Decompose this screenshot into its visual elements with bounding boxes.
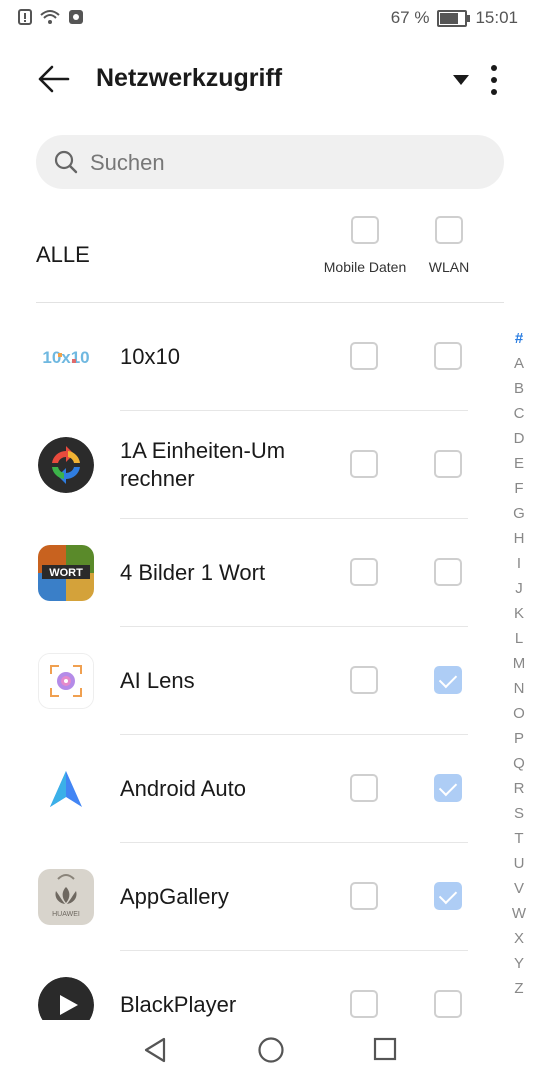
mobile-data-checkbox[interactable] (350, 882, 378, 910)
battery-icon (437, 9, 471, 27)
mobile-data-select-all-checkbox[interactable] (351, 216, 379, 244)
wlan-checkbox[interactable] (434, 450, 462, 478)
app-name: 4 Bilder 1 Wort (120, 560, 266, 585)
index-letter[interactable]: Z (510, 976, 528, 1001)
app-name: AppGallery (120, 884, 229, 909)
wlan-checkbox[interactable] (434, 666, 462, 694)
nav-home-icon[interactable] (257, 1036, 285, 1064)
wlan-checkbox[interactable] (434, 342, 462, 370)
ai-lens-icon (38, 653, 94, 709)
notification-app-icon (69, 10, 83, 24)
unit-converter-icon (38, 437, 94, 493)
wlan-checkbox[interactable] (434, 882, 462, 910)
mobile-data-checkbox[interactable] (350, 990, 378, 1018)
battery-percent: 67 % (390, 8, 430, 27)
status-icons-left (18, 9, 84, 25)
index-letter[interactable]: J (510, 576, 528, 601)
index-letter[interactable]: O (510, 701, 528, 726)
status-icons-right: 67 % 15:01 (391, 8, 518, 28)
mobile-data-checkbox[interactable] (350, 342, 378, 370)
index-letter[interactable]: G (510, 501, 528, 526)
mobile-data-column: Mobile Daten (320, 216, 410, 276)
tenxten-icon-text: 10x10 (42, 348, 89, 367)
index-letter[interactable]: # (510, 326, 528, 351)
wlan-column: WLAN (404, 216, 494, 276)
index-letter[interactable]: L (510, 626, 528, 651)
app-name: 10x10 (120, 344, 180, 369)
index-letter[interactable]: S (510, 801, 528, 826)
app-name: BlackPlayer (120, 992, 237, 1017)
app-name: 1A Einheiten-Um rechner (120, 438, 286, 491)
app-row[interactable]: AI Lens (0, 627, 540, 735)
index-letter[interactable]: Q (510, 751, 528, 776)
index-letter[interactable]: C (510, 401, 528, 426)
mobile-data-checkbox[interactable] (350, 450, 378, 478)
index-letter[interactable]: K (510, 601, 528, 626)
wlan-select-all-checkbox[interactable] (435, 216, 463, 244)
search-input[interactable]: Suchen (36, 135, 504, 189)
blackplayer-icon (38, 977, 94, 1020)
index-letter[interactable]: I (510, 551, 528, 576)
huawei-logo-text: HUAWEI (52, 911, 80, 918)
index-letter[interactable]: A (510, 351, 528, 376)
index-letter[interactable]: P (510, 726, 528, 751)
app-list[interactable]: 10x10 10x10 1A Einheiten-Um rechner WORT… (0, 303, 540, 1020)
wifi-icon (40, 10, 60, 24)
alert-icon (18, 9, 32, 25)
navigation-bar (0, 1020, 540, 1080)
index-letter[interactable]: N (510, 676, 528, 701)
wlan-checkbox[interactable] (434, 990, 462, 1018)
index-letter[interactable]: H (510, 526, 528, 551)
app-row[interactable]: HUAWEI AppGallery (0, 843, 540, 951)
mobile-data-checkbox[interactable] (350, 666, 378, 694)
search-icon (54, 150, 78, 174)
mobile-data-label: Mobile Daten (323, 259, 407, 275)
more-options-icon[interactable] (486, 64, 502, 96)
page-title: Netzwerkzugriff (96, 64, 283, 92)
select-all-label: ALLE (36, 242, 90, 267)
nav-recents-icon[interactable] (373, 1036, 397, 1062)
four-pics-word-text: WORT (49, 567, 83, 579)
index-letter[interactable]: D (510, 426, 528, 451)
index-letter[interactable]: U (510, 851, 528, 876)
clock: 15:01 (475, 8, 518, 27)
mobile-data-checkbox[interactable] (350, 774, 378, 802)
index-letter[interactable]: W (510, 901, 528, 926)
title-bar: Netzwerkzugriff (0, 50, 540, 110)
index-letter[interactable]: F (510, 476, 528, 501)
app-name: AI Lens (120, 668, 195, 693)
list-header: ALLE Mobile Daten WLAN (36, 210, 504, 303)
mobile-data-checkbox[interactable] (350, 558, 378, 586)
app-row[interactable]: 10x10 10x10 (0, 303, 540, 411)
index-letter[interactable]: R (510, 776, 528, 801)
index-letter[interactable]: B (510, 376, 528, 401)
wlan-label: WLAN (428, 259, 470, 275)
app-row[interactable]: 1A Einheiten-Um rechner (0, 411, 540, 519)
appgallery-icon: HUAWEI (38, 869, 94, 925)
app-row[interactable]: Android Auto (0, 735, 540, 843)
search-placeholder: Suchen (90, 150, 165, 175)
app-row[interactable]: WORT 4 Bilder 1 Wort (0, 519, 540, 627)
index-letter[interactable]: Y (510, 951, 528, 976)
app-name: Android Auto (120, 776, 246, 801)
dropdown-triangle-icon[interactable] (452, 74, 470, 86)
app-row[interactable]: BlackPlayer (0, 951, 540, 1020)
index-letter[interactable]: E (510, 451, 528, 476)
wlan-checkbox[interactable] (434, 558, 462, 586)
alphabet-index[interactable]: # A B C D E F G H I J K L M N O P Q R S T U V W X Y Z (510, 326, 528, 1001)
wlan-checkbox[interactable] (434, 774, 462, 802)
status-bar: 67 % 15:01 (0, 0, 540, 36)
back-arrow-icon[interactable] (36, 64, 70, 94)
index-letter[interactable]: V (510, 876, 528, 901)
index-letter[interactable]: T (510, 826, 528, 851)
index-letter[interactable]: M (510, 651, 528, 676)
tenxten-icon: 10x10 (38, 329, 94, 385)
nav-back-icon[interactable] (143, 1036, 167, 1064)
android-auto-icon (38, 761, 94, 817)
four-pics-icon: WORT (38, 545, 94, 601)
index-letter[interactable]: X (510, 926, 528, 951)
